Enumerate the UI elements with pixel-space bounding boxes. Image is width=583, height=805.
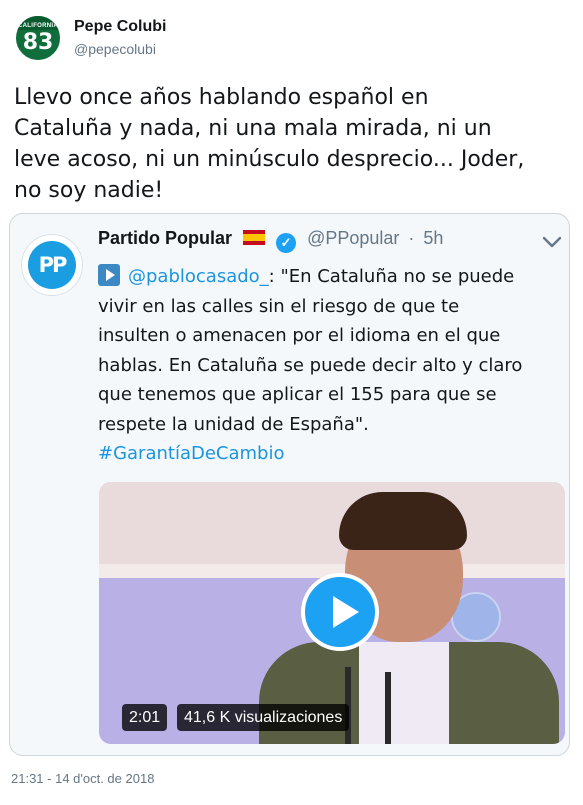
chevron-down-icon[interactable] xyxy=(540,232,564,252)
quoted-time[interactable]: 5h xyxy=(423,228,443,248)
tweet-text-line: leve acoso, ni un minúsculo desprecio...… xyxy=(14,147,525,172)
video-speaker-hair xyxy=(339,492,467,550)
tweet-text-line: Llevo once años hablando español en xyxy=(14,85,429,110)
video-backdrop xyxy=(99,482,565,572)
tweet-author: CALIFORNIA 83 Pepe Colubi @pepecolubi xyxy=(14,14,534,66)
pp-logo-icon: PP xyxy=(28,241,76,289)
video-speaker-shirt xyxy=(359,642,449,744)
hashtag-link[interactable]: #GarantíaDeCambio xyxy=(98,439,564,469)
quoted-text-line: vivir en las calles sin el riesgo de que… xyxy=(98,295,460,317)
video-player[interactable]: 2:01 41,6 K visualizaciones xyxy=(99,482,565,744)
quoted-text: @pablocasado_: "En Cataluña no se puede … xyxy=(98,262,564,469)
video-duration: 2:01 xyxy=(122,704,168,731)
avatar-number: 83 xyxy=(22,30,54,55)
avatar-caption: CALIFORNIA xyxy=(18,23,58,29)
tweet-timestamp[interactable]: 21:31 - 14 d'oct. de 2018 xyxy=(11,771,154,786)
quoted-header: Partido Popular ✓ @PPopular · 5h xyxy=(98,228,558,256)
quoted-tweet[interactable]: PP Partido Popular ✓ @PPopular · 5h @pab… xyxy=(9,213,570,756)
play-emoji-icon xyxy=(98,264,120,286)
author-handle[interactable]: @pepecolubi xyxy=(74,41,156,57)
spain-flag-icon xyxy=(243,230,266,245)
mention-link[interactable]: @pablocasado_ xyxy=(128,266,269,287)
verified-badge-icon: ✓ xyxy=(276,233,297,253)
author-name[interactable]: Pepe Colubi xyxy=(74,18,166,36)
tweet-text-line: Cataluña y nada, ni una mala mirada, ni … xyxy=(14,116,492,141)
quoted-text-segment: : "En Cataluña no se puede xyxy=(268,266,515,287)
quoted-avatar[interactable]: PP xyxy=(21,234,83,296)
video-views: 41,6 K visualizaciones xyxy=(177,704,350,731)
author-avatar[interactable]: CALIFORNIA 83 xyxy=(14,14,62,62)
play-button[interactable] xyxy=(301,573,379,651)
quoted-handle[interactable]: @PPopular xyxy=(307,228,399,248)
quoted-text-line: insulten o amenacen por el idioma en el … xyxy=(98,325,501,346)
header-separator: · xyxy=(408,228,415,248)
quoted-text-line: hablas. En Cataluña se puede decir alto … xyxy=(98,354,523,376)
quoted-text-line: que tenemos que aplicar el 155 para que … xyxy=(98,384,497,405)
quoted-text-line: @pablocasado_: "En Cataluña no se puede xyxy=(98,262,564,292)
quoted-text-line: respete la unidad de España". xyxy=(98,413,369,435)
tweet-text-line: no soy nadie! xyxy=(14,178,164,203)
tweet-text: Llevo once años hablando español en Cata… xyxy=(14,82,574,206)
video-microphone xyxy=(385,672,391,744)
quoted-name[interactable]: Partido Popular xyxy=(98,228,232,248)
